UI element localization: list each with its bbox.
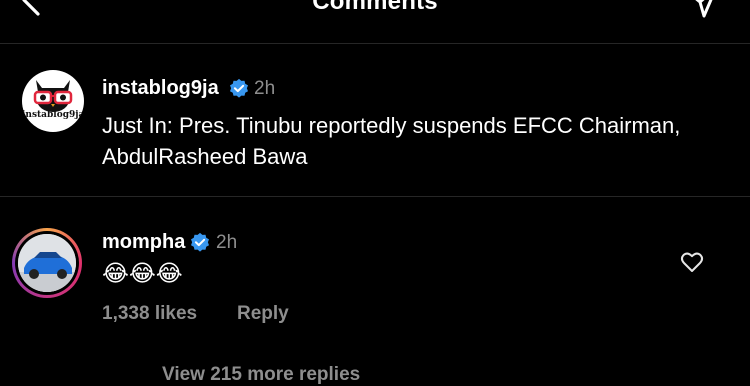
- share-button[interactable]: [682, 0, 722, 22]
- comment-timestamp: 2h: [216, 232, 238, 253]
- view-more-replies[interactable]: View 215 more replies: [162, 364, 360, 386]
- post-timestamp: 2h: [254, 78, 276, 99]
- page-title: Comments: [312, 0, 438, 15]
- post-caption: Just In: Pres. Tinubu reportedly suspend…: [102, 113, 681, 169]
- paper-plane-icon: [695, 0, 713, 18]
- post-username[interactable]: instablog9ja: [102, 77, 219, 100]
- post-author-avatar[interactable]: instablog9ja: [22, 70, 84, 132]
- comment-text: 😂😂😂: [102, 260, 183, 286]
- caption-divider: [0, 196, 750, 197]
- comment-username[interactable]: mompha: [102, 231, 185, 254]
- verified-badge-icon: [191, 232, 209, 252]
- comment-author-avatar[interactable]: [12, 228, 82, 298]
- heart-icon[interactable]: [680, 250, 704, 274]
- verified-badge-icon: [230, 78, 248, 98]
- avatar-photo: [18, 234, 76, 292]
- header-divider: [0, 43, 750, 44]
- owl-logo-icon: [33, 80, 73, 112]
- reply-button[interactable]: Reply: [237, 303, 289, 325]
- car-photo-icon: [18, 234, 76, 292]
- comment-likes[interactable]: 1,338 likes: [102, 303, 197, 325]
- avatar-brand-text: instablog9ja: [22, 110, 84, 120]
